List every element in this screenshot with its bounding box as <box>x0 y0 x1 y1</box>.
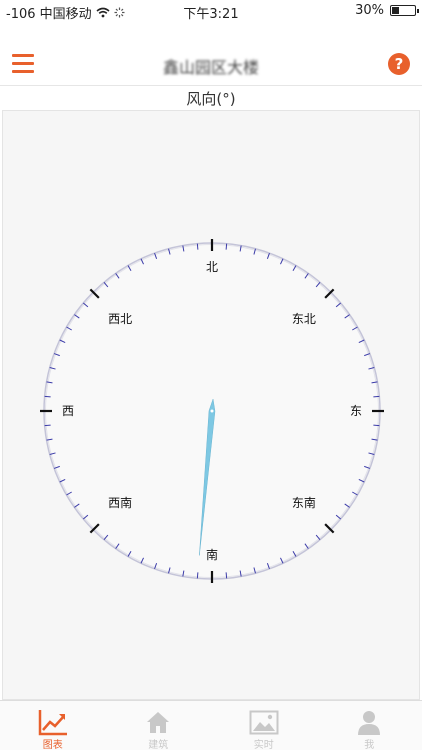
direction-label: 西 <box>62 404 74 418</box>
direction-label: 东 <box>350 404 362 418</box>
direction-label: 南 <box>206 547 218 562</box>
line-chart-icon <box>38 710 67 736</box>
user-icon <box>358 711 381 735</box>
tab-label: 建筑 <box>148 740 169 750</box>
image-icon <box>249 710 279 735</box>
battery-percent: 30% <box>355 3 384 18</box>
direction-label: 西北 <box>108 312 132 326</box>
tab-chart[interactable]: 图表 <box>0 701 106 750</box>
tab-me[interactable]: 我 <box>317 701 422 750</box>
direction-label: 北 <box>206 260 218 274</box>
tab-label: 图表 <box>42 740 63 750</box>
tab-label: 实时 <box>253 740 274 750</box>
minor-tick <box>373 424 380 427</box>
minor-tick <box>196 572 199 579</box>
direction-label: 东南 <box>292 495 316 510</box>
page-title: 鑫山园区大楼 <box>162 58 259 77</box>
minor-tick <box>44 424 51 427</box>
wind-direction-gauge-panel: 北东北东东南南 西南 西 西北 <box>2 110 420 700</box>
minor-tick <box>196 243 199 250</box>
wind-direction-gauge: 北东北东东南南 西南 西 西北 <box>40 239 384 583</box>
minor-tick <box>373 395 380 398</box>
battery-icon <box>390 5 419 16</box>
needle-pivot <box>210 409 214 413</box>
status-right: 30% <box>355 3 419 18</box>
status-bar: -106 中国移动 下午3:21 30% <box>0 0 422 22</box>
minor-tick <box>225 243 228 250</box>
tab-realtime[interactable]: 实时 <box>211 701 317 750</box>
direction-label: 东北 <box>292 312 316 326</box>
chart-title: 风向(°) <box>186 90 236 108</box>
direction-label: 西南 <box>108 495 132 510</box>
minor-tick <box>225 572 228 579</box>
tab-label: 我 <box>364 740 375 750</box>
minor-tick <box>44 395 51 398</box>
tab-bar: 图表 建筑 实时 我 <box>0 700 422 750</box>
question-circle-icon[interactable]: ? <box>388 53 410 75</box>
home-icon <box>147 712 170 733</box>
tab-building[interactable]: 建筑 <box>106 701 212 750</box>
nav-bar: 鑫山园区大楼 ? <box>0 44 422 86</box>
